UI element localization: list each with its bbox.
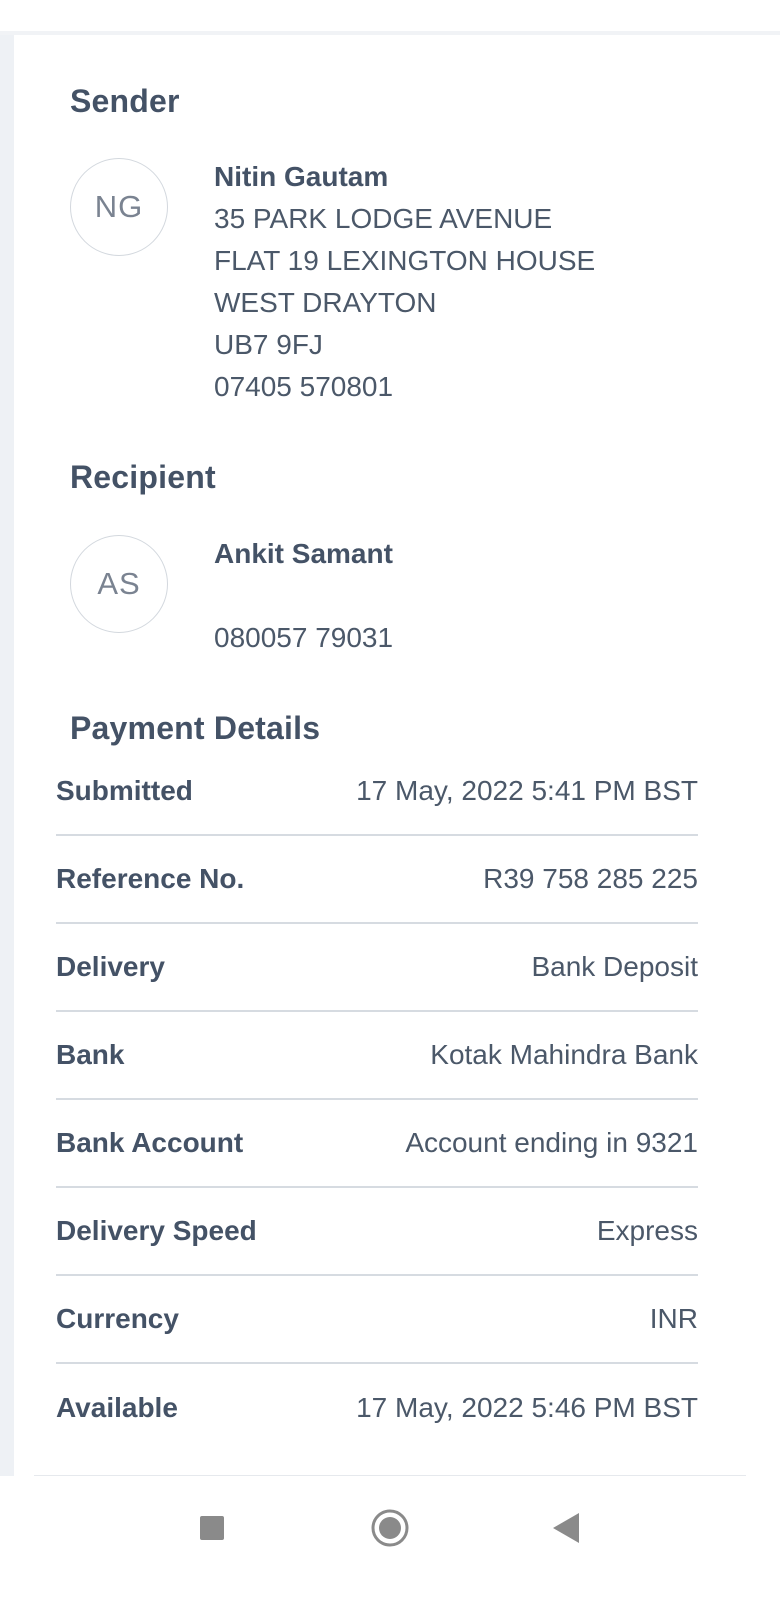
detail-label: Available [56, 1392, 178, 1423]
sender-address-line-1: 35 PARK LODGE AVENUE [214, 203, 553, 234]
sender-heading: Sender [70, 83, 180, 119]
recipient-heading: Recipient [70, 459, 216, 495]
back-triangle-icon [553, 1512, 579, 1548]
detail-row-reference: Reference No. R39 758 285 225 [56, 836, 698, 924]
detail-row-currency: Currency INR [56, 1276, 698, 1364]
sender-avatar: NG [70, 158, 168, 256]
detail-value: 17 May, 2022 5:46 PM BST [356, 1392, 698, 1423]
sender-address-line-2: FLAT 19 LEXINGTON HOUSE [214, 245, 596, 276]
recipient-name: Ankit Samant [214, 538, 393, 569]
system-navigation-bar [0, 1476, 780, 1600]
detail-value: Account ending in 9321 [405, 1127, 698, 1158]
sender-name: Nitin Gautam [214, 161, 389, 192]
payment-details-list: Submitted 17 May, 2022 5:41 PM BST Refer… [56, 748, 698, 1452]
detail-value: 17 May, 2022 5:41 PM BST [356, 775, 698, 806]
detail-label: Currency [56, 1303, 179, 1334]
detail-value: INR [649, 1303, 698, 1334]
sender-phone: 07405 570801 [214, 371, 394, 402]
detail-row-delivery-speed: Delivery Speed Express [56, 1188, 698, 1276]
sender-postcode: UB7 9FJ [214, 329, 323, 360]
back-button[interactable] [538, 1502, 594, 1558]
detail-value: Kotak Mahindra Bank [430, 1039, 698, 1070]
detail-value: R39 758 285 225 [483, 863, 698, 894]
detail-label: Delivery [56, 951, 165, 982]
detail-label: Bank Account [56, 1127, 244, 1158]
recipient-avatar: AS [70, 535, 168, 633]
transfer-details-screen: Sender NG Nitin Gautam 35 PARK LODGE AVE… [0, 0, 780, 1600]
left-rail [0, 35, 14, 1515]
payment-details-heading: Payment Details [70, 710, 321, 746]
top-bar [0, 0, 780, 35]
sender-address-line-3: WEST DRAYTON [214, 287, 437, 318]
detail-row-bank-account: Bank Account Account ending in 9321 [56, 1100, 698, 1188]
recents-button[interactable] [184, 1502, 240, 1558]
detail-label: Delivery Speed [56, 1215, 257, 1246]
detail-label: Reference No. [56, 863, 245, 894]
home-button[interactable] [362, 1502, 418, 1558]
detail-label: Bank [56, 1039, 125, 1070]
detail-row-bank: Bank Kotak Mahindra Bank [56, 1012, 698, 1100]
detail-row-delivery: Delivery Bank Deposit [56, 924, 698, 1012]
detail-row-submitted: Submitted 17 May, 2022 5:41 PM BST [56, 748, 698, 836]
recipient-phone: 080057 79031 [214, 622, 394, 653]
detail-label: Submitted [56, 775, 193, 806]
detail-value: Bank Deposit [531, 951, 698, 982]
detail-row-available: Available 17 May, 2022 5:46 PM BST [56, 1364, 698, 1452]
recents-square-icon [200, 1515, 224, 1545]
home-circle-icon [370, 1508, 410, 1553]
detail-value: Express [596, 1215, 698, 1246]
